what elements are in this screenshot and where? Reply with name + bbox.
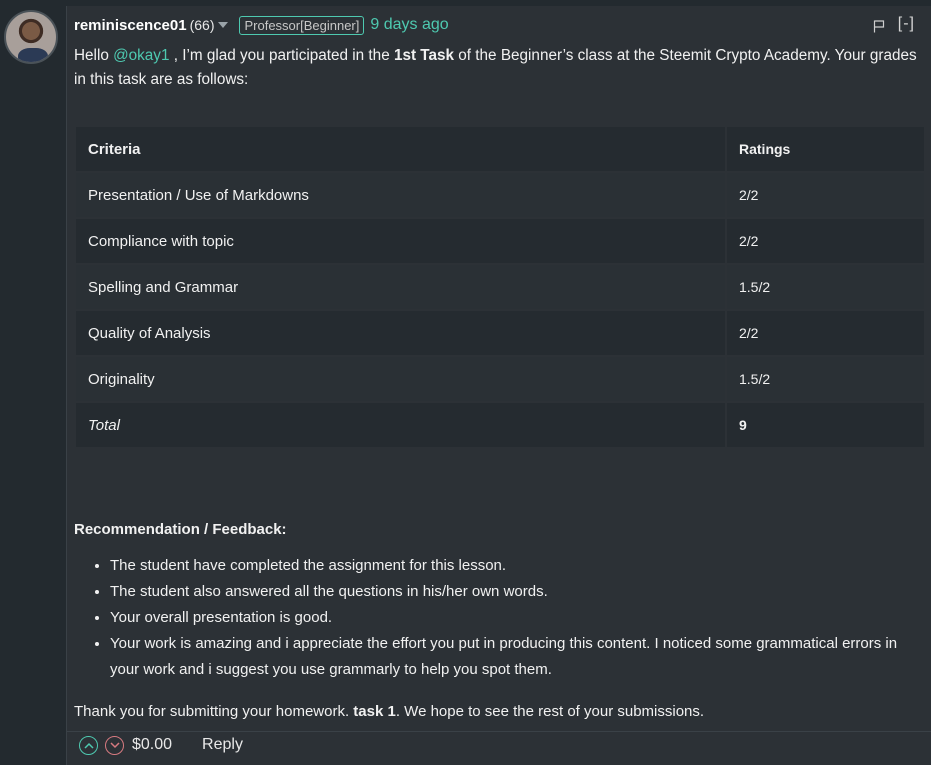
rating-cell: 1.5/2 — [727, 357, 924, 401]
total-label: Total — [76, 403, 725, 447]
criteria-cell: Compliance with topic — [76, 219, 725, 263]
table-row: Presentation / Use of Markdowns 2/2 — [76, 173, 924, 217]
table-row: Originality 1.5/2 — [76, 357, 924, 401]
payout-value[interactable]: $0.00 — [132, 736, 172, 754]
list-item: Your overall presentation is good. — [110, 605, 926, 631]
total-value: 9 — [727, 403, 924, 447]
chevron-up-icon — [83, 742, 94, 749]
table-header-row: Criteria Ratings — [76, 127, 924, 171]
chevron-down-icon[interactable] — [218, 22, 229, 28]
intro-text-1: Hello — [74, 47, 114, 64]
downvote-button[interactable] — [105, 735, 124, 755]
flag-icon[interactable] — [873, 20, 885, 33]
rating-cell: 2/2 — [727, 173, 924, 217]
closing-text-2: . We hope to see the rest of your submis… — [395, 703, 705, 720]
criteria-cell: Presentation / Use of Markdowns — [76, 173, 725, 217]
table-total-row: Total 9 — [76, 403, 924, 447]
header-ratings: Ratings — [727, 127, 924, 171]
comment-footer: $0.00 Reply — [79, 734, 243, 756]
rating-cell: 2/2 — [727, 311, 924, 355]
feedback-list: The student have completed the assignmen… — [110, 553, 926, 683]
footer-divider — [67, 731, 931, 732]
collapse-toggle[interactable]: [-] — [898, 15, 915, 33]
comment-header: reminiscence01 (66) Professor[Beginner] … — [74, 14, 449, 36]
table-row: Compliance with topic 2/2 — [76, 219, 924, 263]
intro-paragraph: Hello @okay1 , I’m glad you participated… — [74, 44, 926, 92]
closing-paragraph: Thank you for submitting your homework. … — [74, 700, 704, 724]
closing-bold: task 1 — [353, 703, 396, 720]
criteria-cell: Quality of Analysis — [76, 311, 725, 355]
rating-cell: 2/2 — [727, 219, 924, 263]
author-reputation: (66) — [189, 17, 215, 33]
intro-bold: 1st Task — [393, 47, 455, 64]
list-item: The student also answered all the questi… — [110, 579, 926, 605]
reply-button[interactable]: Reply — [202, 736, 243, 754]
criteria-cell: Spelling and Grammar — [76, 265, 725, 309]
timestamp-link[interactable]: 9 days ago — [370, 16, 448, 34]
table-row: Spelling and Grammar 1.5/2 — [76, 265, 924, 309]
avatar[interactable] — [4, 10, 58, 64]
table-row: Quality of Analysis 2/2 — [76, 311, 924, 355]
intro-text-2: , I’m glad you participated in the — [169, 47, 394, 64]
list-item: The student have completed the assignmen… — [110, 553, 926, 579]
rating-cell: 1.5/2 — [727, 265, 924, 309]
list-item: Your work is amazing and i appreciate th… — [110, 631, 926, 683]
author-name[interactable]: reminiscence01 — [74, 17, 187, 34]
user-mention-link[interactable]: @okay1 — [113, 47, 169, 64]
comment-card: reminiscence01 (66) Professor[Beginner] … — [66, 6, 931, 765]
feedback-heading: Recommendation / Feedback: — [74, 521, 287, 538]
header-criteria: Criteria — [76, 127, 725, 171]
closing-text-1: Thank you for submitting your homework. — [74, 703, 354, 720]
upvote-button[interactable] — [79, 735, 98, 755]
criteria-cell: Originality — [76, 357, 725, 401]
chevron-down-icon — [109, 741, 120, 748]
grades-table: Criteria Ratings Presentation / Use of M… — [74, 125, 926, 449]
role-badge: Professor[Beginner] — [239, 15, 365, 35]
